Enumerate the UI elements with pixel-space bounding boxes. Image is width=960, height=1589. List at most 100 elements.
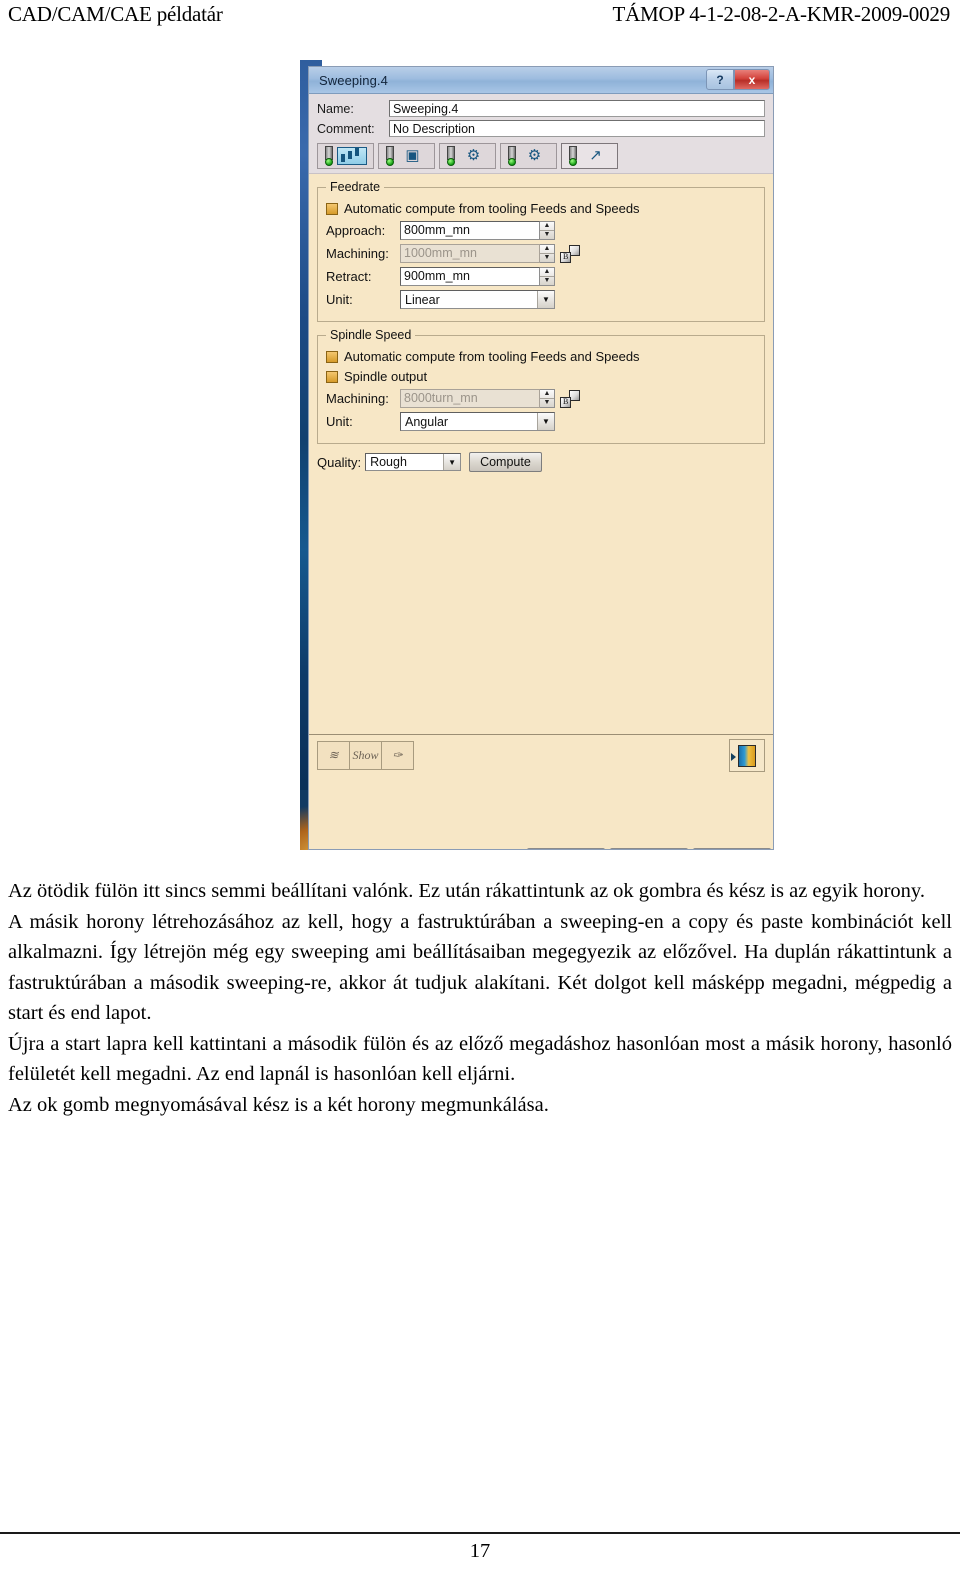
compute-button[interactable]: Compute (469, 452, 542, 472)
divider (309, 734, 773, 735)
spin-up-icon: ▲ (540, 245, 554, 254)
checkbox-icon[interactable] (326, 350, 338, 363)
paragraph-3: Újra a start lapra kell kattintani a más… (8, 1032, 952, 1086)
retract-row: Retract: 900mm_mn ▲ ▼ (326, 267, 756, 286)
dialog-header-panel: Name: Sweeping.4 Comment: No Description (309, 94, 773, 174)
approach-spin-buttons[interactable]: ▲ ▼ (540, 221, 555, 240)
tab-tool[interactable]: ⚙ (439, 143, 496, 169)
chart-tool-icon (324, 146, 368, 166)
dialog-body: Feedrate Automatic compute from tooling … (309, 174, 773, 849)
cancel-button[interactable]: Cancel (693, 848, 771, 849)
spindle-unit-row: Unit: Angular ▼ (326, 412, 756, 431)
chevron-down-icon[interactable]: ▼ (537, 413, 554, 430)
empty-area (317, 472, 765, 734)
titlebar-buttons: ? x (706, 69, 770, 90)
spindle-output-checkbox-row[interactable]: Spindle output (326, 369, 756, 384)
tab-macros[interactable]: ↗ (561, 143, 618, 169)
spindle-machining-label: Machining: (326, 391, 389, 406)
comment-input[interactable]: No Description (389, 120, 765, 137)
spindle-unit-value: Angular (405, 414, 449, 429)
feedrate-auto-label: Automatic compute from tooling Feeds and… (344, 201, 640, 216)
spindle-auto-label: Automatic compute from tooling Feeds and… (344, 349, 640, 364)
show-button[interactable]: Show (349, 741, 382, 770)
checkbox-icon[interactable] (326, 370, 338, 383)
help-button[interactable]: ? (706, 69, 734, 90)
approach-row: Approach: 800mm_mn ▲ ▼ (326, 221, 756, 240)
spindle-speed-group: Spindle Speed Automatic compute from too… (317, 328, 765, 444)
door-icon (731, 744, 756, 767)
tab-strategy[interactable] (317, 143, 374, 169)
spindle-unit-select[interactable]: Angular ▼ (400, 412, 555, 431)
spin-up-icon[interactable]: ▲ (540, 268, 554, 277)
machining-feed-stepper: 1000mm_mn ▲ ▼ (400, 244, 555, 263)
approach-stepper[interactable]: 800mm_mn ▲ ▼ (400, 221, 555, 240)
machine-tool-icon: ⚙ (507, 146, 551, 166)
retract-input[interactable]: 900mm_mn (400, 267, 540, 286)
spin-down-icon: ▼ (543, 254, 551, 261)
sweeping-dialog: Sweeping.4 ? x Name: Sweeping.4 Comment:… (308, 66, 774, 850)
name-row: Name: Sweeping.4 (317, 100, 765, 117)
preview-button[interactable]: Preview (610, 848, 688, 849)
paragraph-4: Az ok gomb megnyomásával kész is a két h… (8, 1093, 549, 1116)
exit-door-button[interactable] (729, 739, 765, 772)
spin-up-icon: ▲ (540, 390, 554, 399)
quality-label: Quality: (317, 454, 362, 470)
chevron-down-icon[interactable]: ▼ (443, 454, 461, 470)
formula-cube-icon[interactable] (560, 244, 580, 263)
bottom-toolbar: ≋ Show ✑ (317, 739, 765, 775)
footer-divider (0, 1532, 960, 1534)
spindle-machining-spin-buttons: ▲ ▼ (540, 389, 555, 408)
checkbox-icon[interactable] (326, 202, 338, 215)
feedrate-legend: Feedrate (330, 180, 381, 194)
machining-feed-row: Machining: 1000mm_mn ▲ ▼ (326, 244, 756, 263)
spindle-machining-input: 8000turn_mn (400, 389, 540, 408)
formula-cube-icon[interactable] (560, 389, 580, 408)
spindle-machining-stepper: 8000turn_mn ▲ ▼ (400, 389, 555, 408)
spin-down-icon[interactable]: ▼ (540, 231, 554, 239)
feedrate-unit-label: Unit: (326, 292, 353, 307)
page-header: CAD/CAM/CAE példatár TÁMOP 4-1-2-08-2-A-… (8, 2, 952, 32)
retract-spin-buttons[interactable]: ▲ ▼ (540, 267, 555, 286)
close-icon[interactable]: x (734, 69, 770, 90)
tab-feeds-speeds[interactable]: ⚙ (500, 143, 557, 169)
header-title-right: TÁMOP 4-1-2-08-2-A-KMR-2009-0029 (612, 2, 950, 26)
comment-label: Comment: (317, 121, 375, 136)
paragraph-1: Az ötödik fülön itt sincs semmi beállíta… (8, 880, 925, 902)
machining-feed-input: 1000mm_mn (400, 244, 540, 263)
tabstrip: ▣ ⚙ ⚙ ↗ (317, 143, 765, 169)
approach-label: Approach: (326, 223, 386, 238)
quality-value: Rough (370, 455, 407, 469)
quality-select[interactable]: Rough ▼ (365, 453, 462, 471)
name-label: Name: (317, 101, 354, 116)
tool-path-replay-button[interactable]: ≋ (317, 741, 350, 770)
retract-stepper[interactable]: 900mm_mn ▲ ▼ (400, 267, 555, 286)
dialog-titlebar: Sweeping.4 ? x (309, 67, 773, 94)
paint-tool-icon: ▣ (385, 146, 429, 166)
dialog-action-buttons: OK Preview Cancel (527, 848, 771, 849)
name-input[interactable]: Sweeping.4 (389, 100, 765, 117)
annotation-button[interactable]: ✑ (381, 741, 414, 770)
spindle-auto-checkbox-row[interactable]: Automatic compute from tooling Feeds and… (326, 349, 756, 364)
header-title-left: CAD/CAM/CAE példatár (8, 2, 223, 26)
tab-geometry[interactable]: ▣ (378, 143, 435, 169)
feedrate-unit-value: Linear (405, 292, 440, 307)
machining-feed-spin-buttons: ▲ ▼ (540, 244, 555, 263)
spindle-machining-row: Machining: 8000turn_mn ▲ ▼ (326, 389, 756, 408)
spin-down-icon[interactable]: ▼ (540, 277, 554, 285)
spin-up-icon[interactable]: ▲ (540, 222, 554, 231)
quality-row: Quality: Rough ▼ Compute (317, 452, 765, 472)
spin-down-icon: ▼ (543, 399, 551, 406)
dialog-title: Sweeping.4 (319, 72, 388, 88)
approach-input[interactable]: 800mm_mn (400, 221, 540, 240)
feedrate-group: Feedrate Automatic compute from tooling … (317, 180, 765, 322)
body-text: Az ötödik fülön itt sincs semmi beállíta… (8, 876, 952, 1120)
spindle-unit-label: Unit: (326, 414, 353, 429)
ok-button[interactable]: OK (527, 848, 605, 849)
chevron-down-icon[interactable]: ▼ (537, 291, 554, 308)
feedrate-auto-checkbox-row[interactable]: Automatic compute from tooling Feeds and… (326, 201, 756, 216)
feedrate-unit-select[interactable]: Linear ▼ (400, 290, 555, 309)
page-number: 17 (469, 1540, 491, 1562)
tool-icon: ⚙ (446, 146, 490, 166)
machining-feed-label: Machining: (326, 246, 389, 261)
spindle-output-label: Spindle output (344, 369, 428, 384)
